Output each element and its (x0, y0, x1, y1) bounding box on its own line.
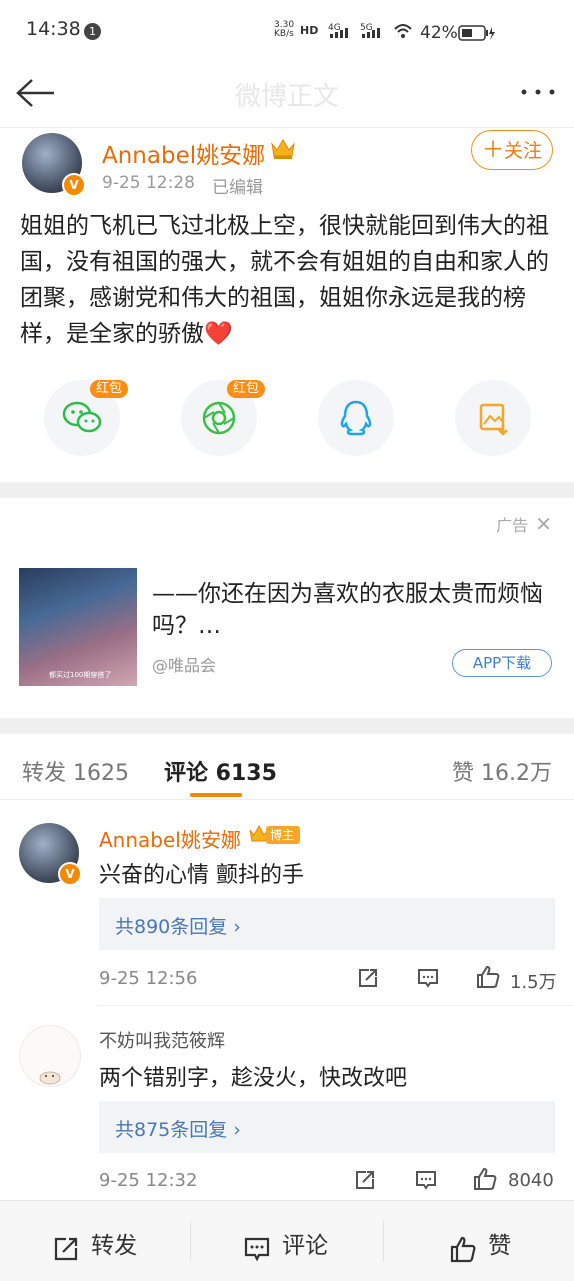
more-icon[interactable] (516, 82, 560, 102)
verified-badge-icon: V (58, 862, 82, 886)
comment-text: 兴奋的心情 颤抖的手 (99, 863, 304, 888)
bottom-separator (190, 1221, 191, 1261)
post-time: 9-25 12:28 (102, 173, 195, 193)
comment-icon[interactable] (415, 1169, 437, 1191)
status-time: 14:38 (26, 18, 81, 40)
ad-image[interactable]: 都买过100期穿搭了 (19, 568, 137, 686)
comment-icon (244, 1237, 270, 1261)
tab-repost[interactable]: 转发 1625 (22, 755, 129, 787)
tab-like[interactable]: 赞 16.2万 (452, 755, 552, 787)
page-title: 微博正文 (234, 82, 339, 112)
hd-icon: HD (300, 24, 319, 37)
comment-time: 9-25 12:32 (99, 1170, 198, 1191)
post-edited: 已编辑 (212, 178, 263, 198)
bottom-comment-label: 评论 (282, 1233, 329, 1259)
red-packet-badge: 红包 (90, 380, 129, 398)
app-download-button[interactable]: APP下载 (452, 649, 552, 677)
verified-badge-icon: V (62, 173, 86, 197)
plus-icon: ＋ (481, 138, 504, 163)
bottom-like-button[interactable]: 赞 (449, 1226, 511, 1263)
ad-source: @唯品会 (152, 656, 217, 675)
tab-comment[interactable]: 评论 6135 (164, 755, 277, 787)
bottom-like-label: 赞 (488, 1233, 512, 1259)
like-icon (450, 1236, 476, 1262)
ad-image-caption: 都买过100期穿搭了 (49, 671, 112, 679)
comment-time: 9-25 12:56 (99, 968, 198, 989)
nav-bar: 微博正文 (0, 62, 574, 126)
bottom-repost-button[interactable]: 转发 (52, 1226, 137, 1263)
ad-label[interactable]: 广告 ✕ (496, 512, 552, 536)
follow-button[interactable]: ＋关注 (471, 130, 553, 170)
repost-icon (54, 1237, 78, 1260)
post-content: 姐姐的飞机已飞过北极上空，很快就能回到伟大的祖国，没有祖国的强大，就不会有姐姐的… (20, 213, 549, 347)
battery-icon (458, 25, 498, 45)
comment-avatar[interactable] (19, 1025, 81, 1087)
section-divider (0, 718, 574, 734)
svg-text:5G: 5G (360, 23, 373, 33)
like-count: 1.5万 (510, 972, 557, 993)
bottom-comment-button[interactable]: 评论 (243, 1226, 328, 1263)
replies-count: 共875条回复 › (115, 1119, 241, 1141)
notification-count: 1 (84, 23, 101, 40)
nav-divider (0, 127, 574, 128)
repost-icon[interactable] (354, 1169, 376, 1191)
qq-icon (340, 400, 372, 436)
bottom-repost-label: 转发 (91, 1233, 138, 1259)
share-qq-button[interactable] (318, 380, 394, 456)
view-replies-button[interactable]: 共890条回复 › (99, 898, 555, 950)
wifi-icon (393, 22, 413, 44)
bottom-action-bar: 转发 评论 赞 (0, 1200, 574, 1281)
svg-text:4G: 4G (328, 23, 341, 33)
bottom-separator (383, 1221, 384, 1261)
status-bar: 14:38 1 3.30 KB/s HD 4G 5G 42% (0, 0, 574, 62)
ad-label-text: 广告 (496, 516, 529, 535)
section-divider (0, 482, 574, 498)
follow-label: 关注 (504, 140, 543, 162)
save-image-button[interactable] (455, 380, 531, 456)
like-icon[interactable] (476, 965, 500, 988)
like-count: 8040 (508, 1170, 554, 1191)
signal-5g-icon: 5G (360, 22, 386, 44)
repost-icon[interactable] (357, 967, 379, 989)
signal-4g-icon: 4G (328, 22, 354, 44)
battery-percent: 42% (420, 23, 458, 43)
comment-icon[interactable] (417, 967, 439, 989)
net-speed: 3.30 KB/s (274, 20, 295, 39)
ad-text[interactable]: ——你还在因为喜欢的衣服太贵而烦恼吗？… (152, 578, 552, 642)
comment-username[interactable]: 不妨叫我范筱辉 (99, 1027, 225, 1053)
comment-divider (99, 1005, 574, 1006)
blogger-badge: 博主 (266, 826, 301, 844)
crown-icon (270, 136, 296, 160)
image-download-icon (479, 403, 508, 436)
cartoon-avatar-icon (39, 1071, 61, 1085)
close-icon[interactable]: ✕ (535, 512, 552, 536)
replies-count: 共890条回复 › (115, 916, 241, 938)
comment-text: 两个错别字，趁没火，快改改吧 (99, 1066, 408, 1091)
red-packet-badge: 红包 (227, 380, 266, 398)
comment-username[interactable]: Annabel姚安娜 (99, 824, 241, 853)
tab-underline (190, 793, 242, 797)
view-replies-button[interactable]: 共875条回复 › (99, 1101, 555, 1153)
tab-divider (0, 799, 574, 800)
post-username[interactable]: Annabel姚安娜 (102, 136, 265, 170)
like-icon[interactable] (473, 1167, 497, 1190)
